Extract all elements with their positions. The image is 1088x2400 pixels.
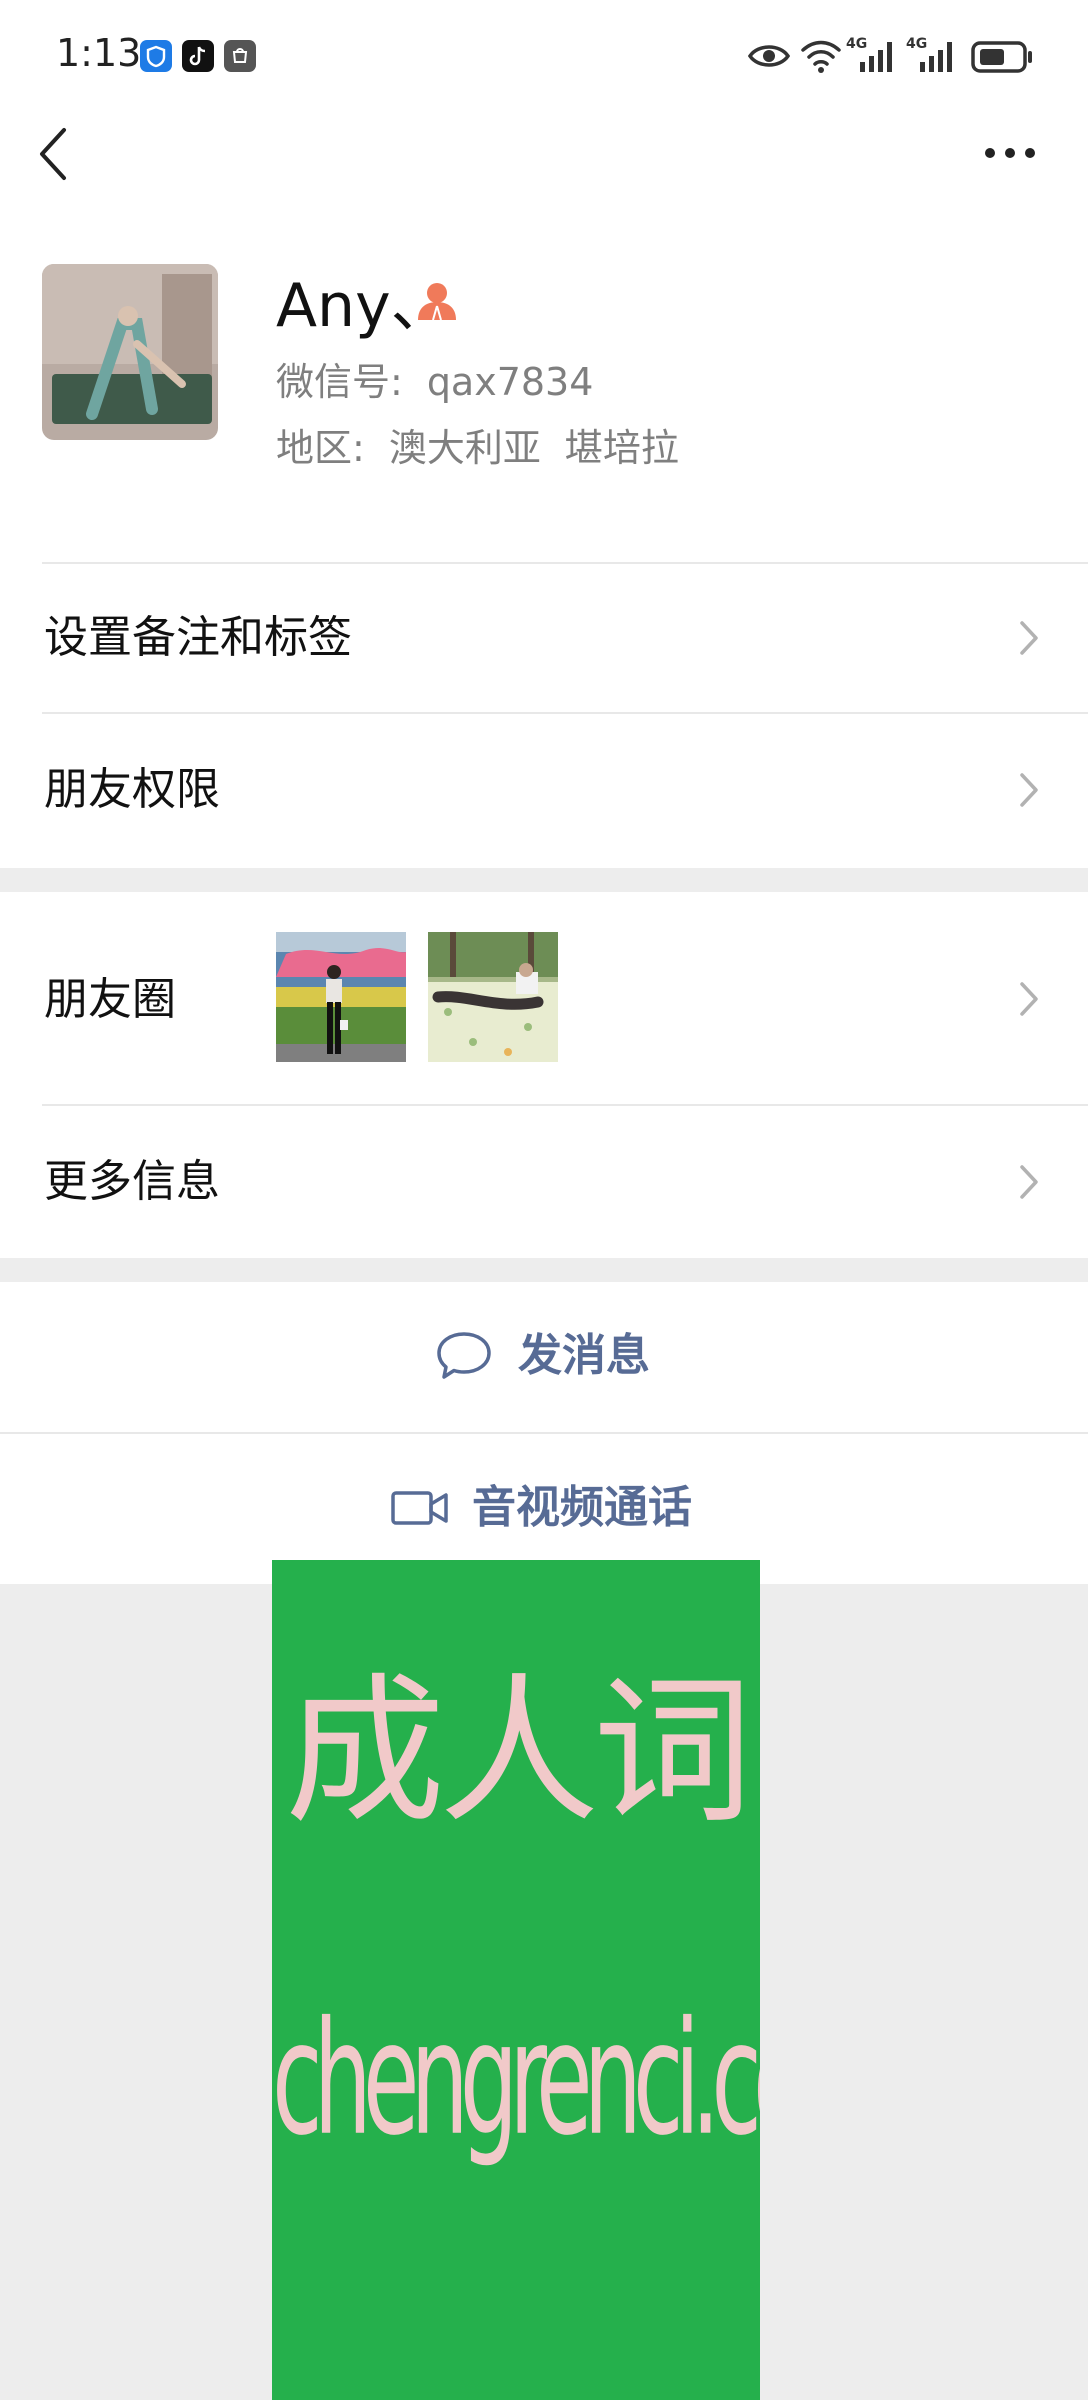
region-line: 地区: 澳大利亚 堪培拉: [276, 424, 679, 472]
contact-profile-screen: 1:13 4G 4G Any、 微信号: qax7834 地区: 澳大利亚 堪培…: [0, 0, 1088, 2400]
wechat-id-label: 微信号:: [276, 360, 403, 404]
moments-thumbnail: [428, 932, 558, 1062]
overlay-banner: 成人词 chengrenci.com: [272, 1560, 760, 2400]
friend-permissions-label: 朋友权限: [44, 764, 220, 815]
chevron-right-icon: [1020, 982, 1038, 1016]
chevron-left-icon[interactable]: [36, 126, 70, 182]
more-horizontal-icon[interactable]: [982, 138, 1038, 168]
4g-signal-icon: 4G: [906, 36, 958, 76]
banner-line-1: 成人词: [284, 1658, 753, 1845]
wechat-id-line: 微信号: qax7834: [276, 358, 593, 406]
status-time: 1:13: [56, 31, 142, 75]
region-country: 澳大利亚: [388, 426, 541, 470]
av-call-label: 音视频通话: [472, 1482, 692, 1533]
shield-app-icon: [140, 40, 172, 72]
battery-icon: [971, 41, 1032, 73]
eye-icon: [748, 45, 790, 67]
wifi-icon: [801, 40, 841, 73]
video-camera-icon: [391, 1491, 448, 1525]
send-message-label: 发消息: [518, 1330, 650, 1381]
wechat-id-value: qax7834: [426, 360, 594, 404]
huawei-app-icon: [224, 40, 256, 72]
more-info-label: 更多信息: [44, 1156, 220, 1207]
banner-line-2: chengrenci.com: [272, 1988, 760, 2171]
region-label: 地区:: [276, 426, 365, 470]
avatar[interactable]: [42, 264, 218, 440]
tiktok-app-icon: [182, 40, 214, 72]
chevron-right-icon: [1020, 773, 1038, 807]
remark-tags-label: 设置备注和标签: [44, 612, 352, 663]
female-icon: [418, 283, 456, 321]
chevron-right-icon: [1020, 1165, 1038, 1199]
region-city: 堪培拉: [564, 426, 679, 470]
4g-signal-icon: 4G: [846, 36, 898, 76]
chevron-right-icon: [1020, 621, 1038, 655]
moments-label: 朋友圈: [44, 974, 176, 1025]
chat-bubble-icon: [437, 1332, 491, 1379]
moments-thumbnail: [276, 932, 406, 1062]
